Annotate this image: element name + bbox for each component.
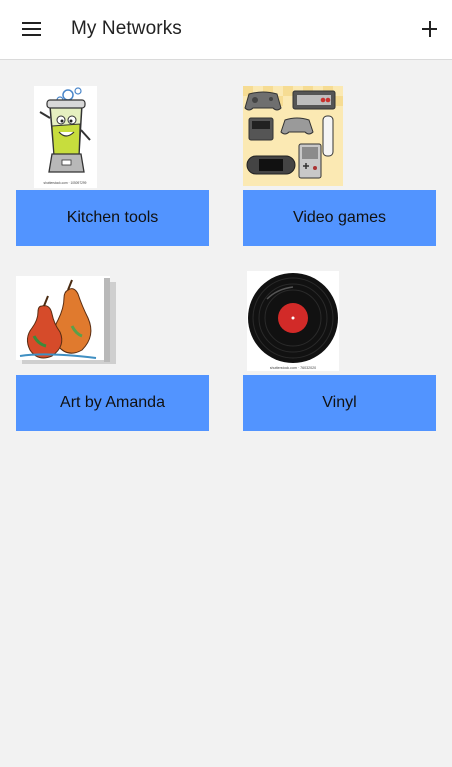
network-card-kitchen-tools[interactable]: shutterstock.com · 105097299 Kitchen too…: [16, 84, 209, 246]
network-card-video-games[interactable]: Video games: [243, 84, 436, 246]
network-card-vinyl[interactable]: shutterstock.com · 76032020 Vinyl: [243, 271, 436, 431]
svg-text:shutterstock.com · 76032020: shutterstock.com · 76032020: [270, 366, 316, 370]
svg-text:shutterstock.com · 105097299: shutterstock.com · 105097299: [44, 181, 87, 185]
network-button-art-by-amanda[interactable]: Art by Amanda: [16, 375, 209, 431]
network-button-video-games[interactable]: Video games: [243, 190, 436, 246]
network-button-kitchen-tools[interactable]: Kitchen tools: [16, 190, 209, 246]
pears-painting-image: [16, 276, 118, 366]
vinyl-record-image: shutterstock.com · 76032020: [247, 271, 339, 371]
blender-cartoon-image: shutterstock.com · 105097299: [34, 86, 97, 188]
app-screen: My Networks shutterstock.com · 105097299…: [0, 0, 452, 767]
game-controllers-image: [243, 86, 343, 186]
network-card-art-by-amanda[interactable]: Art by Amanda: [16, 271, 209, 431]
network-button-vinyl[interactable]: Vinyl: [243, 375, 436, 431]
hamburger-menu-icon[interactable]: [12, 12, 50, 48]
add-network-button[interactable]: [416, 12, 444, 46]
top-app-bar: My Networks: [0, 0, 452, 60]
page-title: My Networks: [71, 18, 182, 39]
